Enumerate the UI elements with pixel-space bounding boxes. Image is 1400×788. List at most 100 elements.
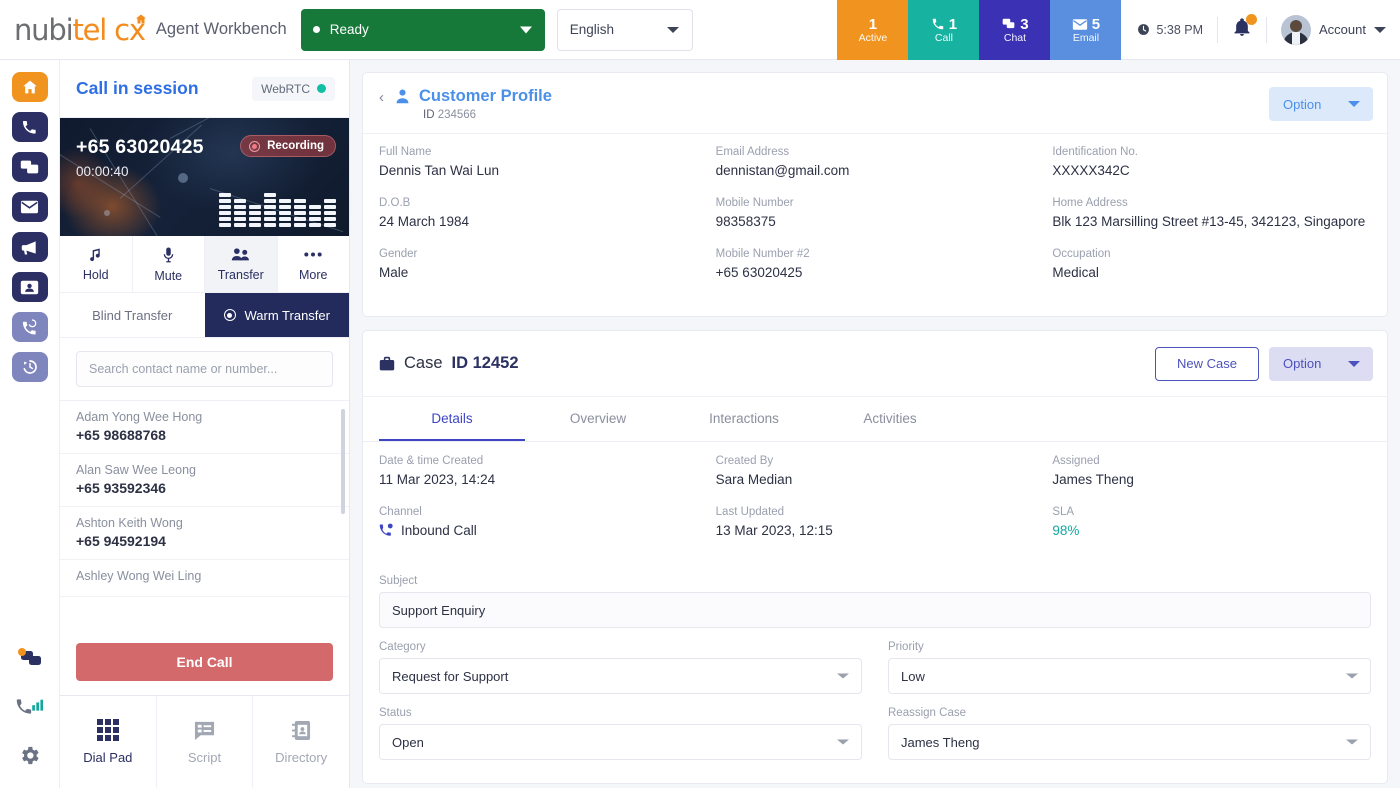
counter-call-count: 1 <box>949 17 957 32</box>
counter-active[interactable]: 1 Active <box>837 0 908 60</box>
call-action-mute[interactable]: Mute <box>133 236 206 292</box>
counter-chat[interactable]: 3 Chat <box>979 0 1050 60</box>
counter-chat-label: Chat <box>1004 33 1026 44</box>
app-body: Call in session WebRTC +65 63020425 00:0… <box>0 60 1400 788</box>
rail-item-history[interactable] <box>12 352 48 382</box>
rail-item-calls[interactable] <box>12 112 48 142</box>
agent-status-select[interactable]: Ready <box>301 9 545 51</box>
contact-number: +65 94592194 <box>76 533 333 549</box>
channel-counters: 1 Active 1 Call 3 Chat 5 <box>837 0 1121 60</box>
chat-icon <box>1001 17 1016 31</box>
status-label: Status <box>379 707 862 719</box>
account-menu[interactable]: Account <box>1267 15 1386 45</box>
contact-list-item[interactable]: Alan Saw Wee Leong+65 93592346 <box>60 454 349 507</box>
rail-item-home[interactable] <box>12 72 48 102</box>
contact-card-icon <box>20 280 39 295</box>
active-call-number: +65 63020425 <box>76 136 204 159</box>
account-label: Account <box>1319 22 1366 37</box>
logo-part-nubi: nubi <box>14 13 72 47</box>
chevron-down-icon <box>1346 674 1358 679</box>
transfer-tab-blind[interactable]: Blind Transfer <box>60 293 205 337</box>
call-panel-title: Call in session <box>76 78 199 99</box>
transfer-tab-warm[interactable]: Warm Transfer <box>205 293 350 337</box>
tab-activities[interactable]: Activities <box>817 397 963 441</box>
field-value: +65 63020425 <box>716 264 1035 282</box>
subject-input[interactable]: Support Enquiry <box>379 592 1371 628</box>
end-call-wrap: End Call <box>60 643 349 695</box>
phone-icon <box>931 17 945 31</box>
equalizer-bar <box>324 199 336 227</box>
case-title-id: ID 12452 <box>452 354 519 373</box>
rail-item-campaign[interactable] <box>12 232 48 262</box>
new-case-button[interactable]: New Case <box>1155 347 1259 381</box>
case-header: Case ID 12452 New Case Option <box>363 331 1387 397</box>
field-label: Mobile Number <box>716 197 1035 209</box>
contact-list-item[interactable]: Ashley Wong Wei Ling <box>60 560 349 597</box>
bottom-tab-directory[interactable]: Directory <box>253 696 349 788</box>
field: Date & time Created11 Mar 2023, 14:24 <box>379 455 698 489</box>
customer-profile-option-button[interactable]: Option <box>1269 87 1373 121</box>
tab-details[interactable]: Details <box>379 397 525 441</box>
case-form-row-subject: Subject Support Enquiry <box>379 575 1371 628</box>
contact-name: Adam Yong Wee Hong <box>76 410 333 424</box>
reassign-select[interactable]: James Theng <box>888 724 1371 760</box>
rail-item-callback[interactable] <box>12 312 48 342</box>
call-action-hold[interactable]: Hold <box>60 236 133 292</box>
back-chevron-icon[interactable]: ‹ <box>379 89 384 106</box>
counter-email[interactable]: 5 Email <box>1050 0 1121 60</box>
contact-list-scrollbar[interactable] <box>341 409 345 514</box>
case-actions: New Case Option <box>1155 347 1373 381</box>
rail-item-chat-notification[interactable] <box>15 644 45 674</box>
rail-item-chats[interactable] <box>12 152 48 182</box>
product-title: Agent Workbench <box>156 20 287 39</box>
call-action-transfer[interactable]: Transfer <box>205 236 278 292</box>
case-option-button[interactable]: Option <box>1269 347 1373 381</box>
priority-select[interactable]: Low <box>888 658 1371 694</box>
chevron-down-icon <box>667 27 679 33</box>
call-action-more[interactable]: More <box>278 236 350 292</box>
contact-list-item[interactable]: Ashton Keith Wong+65 94592194 <box>60 507 349 560</box>
category-select[interactable]: Request for Support <box>379 658 862 694</box>
rail-item-email[interactable] <box>12 192 48 222</box>
inbound-call-icon <box>379 523 394 538</box>
notifications-button[interactable] <box>1218 17 1266 43</box>
contact-list[interactable]: Adam Yong Wee Hong+65 98688768Alan Saw W… <box>60 401 349 643</box>
status-dot <box>313 26 320 33</box>
end-call-button[interactable]: End Call <box>76 643 333 681</box>
bottom-tab-directory-label: Directory <box>275 750 327 765</box>
reassign-label: Reassign Case <box>888 707 1371 719</box>
ellipsis-icon <box>303 246 323 263</box>
rail-item-contacts[interactable] <box>12 272 48 302</box>
field-value: Blk 123 Marsilling Street #13-45, 342123… <box>1052 213 1371 231</box>
topbar-spacer <box>693 0 838 59</box>
case-form-row-category-priority: Category Request for Support Priority Lo… <box>379 641 1371 694</box>
equalizer-bar <box>309 205 321 227</box>
field-label: Created By <box>716 455 1035 467</box>
customer-id-value: 234566 <box>438 109 476 121</box>
field-subject: Subject Support Enquiry <box>379 575 1371 628</box>
field-priority: Priority Low <box>888 641 1371 694</box>
field-label: Occupation <box>1052 248 1371 260</box>
field-label: Email Address <box>716 146 1035 158</box>
active-call-banner: +65 63020425 00:00:40 Recording <box>60 118 349 236</box>
logo[interactable]: nubitel cx <box>14 13 145 47</box>
webrtc-status-dot <box>317 84 326 93</box>
status-select[interactable]: Open <box>379 724 862 760</box>
clock-time: 5:38 PM <box>1156 23 1203 37</box>
field-value: Dennis Tan Wai Lun <box>379 162 698 180</box>
counter-call[interactable]: 1 Call <box>908 0 979 60</box>
language-select[interactable]: English <box>557 9 693 51</box>
tab-overview[interactable]: Overview <box>525 397 671 441</box>
contact-list-item[interactable]: Adam Yong Wee Hong+65 98688768 <box>60 401 349 454</box>
call-action-hold-label: Hold <box>83 268 109 282</box>
rail-item-call-stats[interactable] <box>15 692 45 722</box>
search-input[interactable] <box>76 351 333 387</box>
tab-interactions[interactable]: Interactions <box>671 397 817 441</box>
call-panel-bottom-tabs: Dial Pad Script Directory <box>60 695 349 788</box>
category-value: Request for Support <box>392 669 508 684</box>
rail-item-settings[interactable] <box>15 740 45 770</box>
contact-name: Ashley Wong Wei Ling <box>76 569 333 583</box>
field: Identification No.XXXXX342C <box>1052 146 1371 180</box>
bottom-tab-script[interactable]: Script <box>157 696 254 788</box>
bottom-tab-dial-pad[interactable]: Dial Pad <box>60 696 157 788</box>
